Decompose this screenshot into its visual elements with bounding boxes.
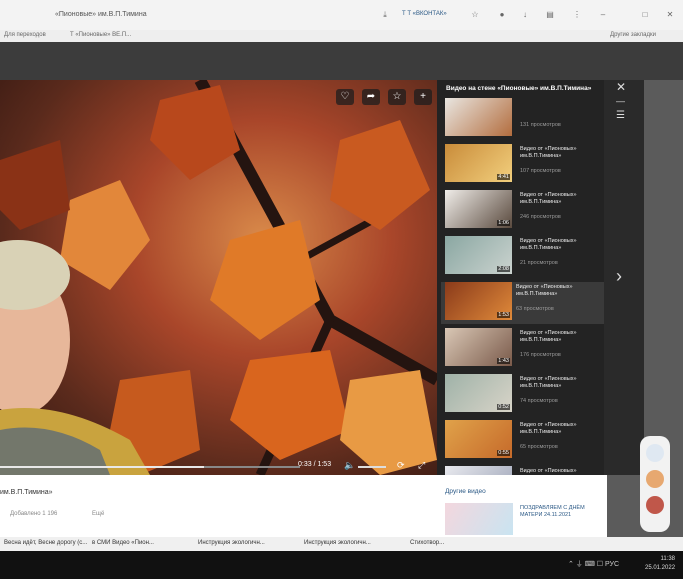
- minimize-icon[interactable]: –: [598, 10, 608, 20]
- browser-tab-bar: «Пионовые» им.В.П.Тимина ⤓ Т Т «ВКОНТАК»…: [0, 0, 683, 30]
- volume-icon[interactable]: 🔈: [344, 460, 355, 471]
- address-hint[interactable]: Т Т «ВКОНТАК»: [402, 11, 447, 17]
- video-duration: 0:52: [497, 404, 510, 410]
- download-item[interactable]: Инструкция экологичн...: [304, 540, 371, 546]
- video-title[interactable]: Видео от «Пионовых» им.В.П.Тимина»: [516, 284, 594, 298]
- video-views: 65 просмотров: [520, 444, 558, 450]
- more-video-title[interactable]: ПОЗДРАВЛЯЕМ С ДНЁМ МАТЕРИ 24.11.2021: [520, 505, 604, 519]
- video-thumbnail[interactable]: 4:41: [445, 144, 512, 182]
- progress-fill: [0, 466, 204, 468]
- avatar[interactable]: [646, 470, 664, 488]
- video-views: 74 просмотров: [520, 398, 558, 404]
- more-videos-title[interactable]: Другие видео: [445, 488, 486, 495]
- volume-slider[interactable]: [358, 466, 386, 468]
- avatar[interactable]: [646, 496, 664, 514]
- clock[interactable]: 11:38 25.01.2022: [645, 555, 675, 573]
- bulb-icon[interactable]: ●: [497, 10, 507, 20]
- playlist-item[interactable]: 1:43 Видео от «Пионовых» им.В.П.Тимина» 17…: [445, 328, 599, 370]
- bookmark-item[interactable]: Для переходов: [4, 32, 46, 38]
- clock-date: 25.01.2022: [645, 565, 676, 571]
- video-duration: 2:08: [497, 266, 510, 272]
- playlist-icon[interactable]: ☰: [616, 110, 625, 121]
- taskbar: ⌃ ⏚ ⌨ ☐ РУС 11:38 25.01.2022: [0, 551, 683, 579]
- menu-icon[interactable]: ⋮: [572, 10, 582, 20]
- clock-time: 11:38: [660, 556, 676, 562]
- share-button[interactable]: ➦: [362, 89, 380, 105]
- video-frame: [0, 80, 437, 475]
- video-title[interactable]: Видео от «Пионовых» им.В.П.Тимина»: [520, 376, 598, 390]
- playlist-item[interactable]: 131 просмотров: [445, 98, 599, 140]
- video-thumbnail[interactable]: 0:52: [445, 374, 512, 412]
- star-icon[interactable]: ☆: [470, 10, 480, 20]
- playlist-item[interactable]: 4:41 Видео от «Пионовых» им.В.П.Тимина» 10…: [445, 144, 599, 186]
- extension-icon[interactable]: ▤: [545, 10, 555, 20]
- video-duration: 1:53: [497, 312, 510, 318]
- video-title[interactable]: Видео от «Пионовых» им.В.П.Тимина»: [520, 330, 598, 344]
- download-item[interactable]: Стихотвор...: [410, 540, 444, 546]
- video-duration: 1:43: [497, 358, 510, 364]
- close-window-icon[interactable]: ✕: [665, 10, 675, 20]
- video-title[interactable]: Видео от «Пионовых» им.В.П.Тимина»: [520, 468, 598, 475]
- playlist-item[interactable]: 1:06 Видео от «Пионовых» им.В.П.Тимина» 24…: [445, 190, 599, 232]
- bookmark-other[interactable]: Другие закладки: [610, 32, 656, 38]
- download-icon[interactable]: ⤓: [380, 10, 390, 20]
- video-views: 176 просмотров: [520, 352, 561, 358]
- favorite-button[interactable]: ☆: [388, 89, 406, 105]
- video-player[interactable]: [0, 80, 437, 475]
- video-title[interactable]: Видео от «Пионовых» им.В.П.Тимина»: [520, 192, 598, 206]
- video-duration: 0:55: [497, 450, 510, 456]
- right-panel: ✕ — ☰ ›: [604, 80, 644, 475]
- playlist-item[interactable]: 2:08 Видео от «Пионовых» им.В.П.Тимина» 21…: [445, 236, 599, 278]
- video-thumbnail[interactable]: [445, 466, 512, 475]
- playlist-item[interactable]: Видео от «Пионовых» им.В.П.Тимина»: [445, 466, 599, 475]
- bookmark-item[interactable]: Т «Пионовые» ВЕ.П...: [70, 32, 131, 38]
- next-arrow-icon[interactable]: ›: [616, 266, 622, 287]
- playlist-item[interactable]: 0:52 Видео от «Пионовых» им.В.П.Тимина» 74…: [445, 374, 599, 416]
- like-button[interactable]: ♡: [336, 89, 354, 105]
- progress-bar[interactable]: [0, 466, 300, 468]
- download-item[interactable]: Инструкция экологичн...: [198, 540, 265, 546]
- video-thumbnail[interactable]: 1:53: [445, 282, 512, 320]
- video-thumbnail[interactable]: 1:06: [445, 190, 512, 228]
- loop-icon[interactable]: ⟳: [397, 460, 405, 471]
- playlist-item[interactable]: 1:53 Видео от «Пионовых» им.В.П.Тимина» 63…: [441, 282, 604, 324]
- chat-widget: [640, 436, 670, 532]
- video-thumbnail[interactable]: 1:43: [445, 328, 512, 366]
- more-link[interactable]: Ещё: [92, 511, 104, 517]
- add-button[interactable]: +: [414, 89, 432, 105]
- downloads-bar: Весна идёт, Весне дорогу (с... в СМИ Вид…: [0, 537, 683, 551]
- video-views: 63 просмотров: [516, 306, 554, 312]
- time-display: 0:33 / 1:53: [298, 461, 332, 468]
- tab-title[interactable]: «Пионовые» им.В.П.Тимина: [55, 11, 147, 18]
- fullscreen-icon[interactable]: ⤢: [418, 460, 425, 471]
- video-title[interactable]: Видео от «Пионовых» им.В.П.Тимина»: [520, 422, 598, 436]
- download-item[interactable]: Весна идёт, Весне дорогу (с...: [4, 540, 87, 546]
- download-arrow-icon[interactable]: ↓: [520, 10, 530, 20]
- video-thumbnail[interactable]: 2:08: [445, 236, 512, 274]
- minimize-player-icon[interactable]: —: [616, 96, 625, 106]
- video-thumbnail[interactable]: 0:55: [445, 420, 512, 458]
- video-meta: Добавлено 1 196: [10, 511, 58, 517]
- video-duration: 4:41: [497, 174, 510, 180]
- video-duration: 1:06: [497, 220, 510, 226]
- sidebar-title: Видео на стене «Пионовые» им.В.П.Тимина»: [446, 85, 592, 92]
- system-tray[interactable]: ⌃ ⏚ ⌨ ☐ РУС: [568, 559, 619, 569]
- video-views: 246 просмотров: [520, 214, 561, 220]
- video-title: им.В.П.Тимина»: [0, 489, 53, 496]
- video-title[interactable]: Видео от «Пионовых» им.В.П.Тимина»: [520, 146, 598, 160]
- video-views: 131 просмотров: [520, 122, 561, 128]
- download-item[interactable]: в СМИ Видео «Пион...: [92, 540, 154, 546]
- video-views: 21 просмотров: [520, 260, 558, 266]
- maximize-icon[interactable]: □: [640, 10, 650, 20]
- site-header: [0, 42, 683, 80]
- more-video-thumb[interactable]: [445, 503, 513, 535]
- close-player-icon[interactable]: ✕: [616, 80, 626, 94]
- video-thumbnail[interactable]: [445, 98, 512, 136]
- chat-icon[interactable]: [646, 444, 664, 462]
- playlist-sidebar: Видео на стене «Пионовые» им.В.П.Тимина»…: [437, 80, 604, 475]
- video-title[interactable]: Видео от «Пионовых» им.В.П.Тимина»: [520, 238, 598, 252]
- video-info: им.В.П.Тимина» Добавлено 1 196 Ещё Други…: [0, 475, 607, 537]
- video-views: 107 просмотров: [520, 168, 561, 174]
- playlist-item[interactable]: 0:55 Видео от «Пионовых» им.В.П.Тимина» 65…: [445, 420, 599, 462]
